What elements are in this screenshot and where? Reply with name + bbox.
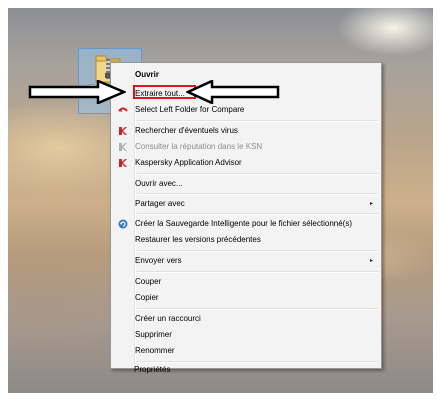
menu-item-select-left-folder[interactable]: Select Left Folder for Compare [113,102,379,118]
menu-item-proprietes[interactable]: Propriétés [112,362,378,378]
right-arrow-pointing-left [186,80,280,104]
backup-icon [118,219,128,229]
menu-item-creer-raccourci[interactable]: Créer un raccourci [113,311,379,327]
menu-item-label: Propriétés [134,365,171,374]
menu-item-label: Copier [135,293,159,302]
menu-item-label: Ouvrir [135,70,160,79]
menu-item-supprimer[interactable]: Supprimer [113,327,379,343]
menu-separator [137,193,378,195]
menu-item-label: Créer un raccourci [135,314,201,323]
menu-item-sauvegarde-intelligente[interactable]: Créer la Sauvegarde Intelligente pour le… [113,216,379,232]
menu-item-envoyer-vers[interactable]: Envoyer vers ▸ [113,253,379,269]
menu-item-label: Rechercher d'éventuels virus [135,126,238,135]
menu-item-label: Couper [135,277,162,286]
menu-item-label: Select Left Folder for Compare [135,105,245,114]
menu-item-label: Partager avec [135,199,185,208]
menu-item-ouvrir-avec[interactable]: Ouvrir avec... [113,176,379,192]
menu-item-kaspersky-advisor[interactable]: Kaspersky Application Advisor [113,155,379,171]
menu-item-label: Envoyer vers [135,256,182,265]
kaspersky-icon [119,143,127,151]
menu-item-label: Restaurer les versions précédentes [135,235,261,244]
menu-item-consulter-ksn: Consulter la réputation dans le KSN [113,139,379,155]
menu-separator [137,308,378,310]
menu-item-rechercher-virus[interactable]: Rechercher d'éventuels virus [113,123,379,139]
menu-separator [137,250,378,252]
submenu-arrow-icon: ▸ [369,201,373,207]
menu-item-label: Renommer [135,346,175,355]
left-arrow-pointing-right [28,80,126,104]
menu-item-copier[interactable]: Copier [113,290,379,306]
menu-item-label: Supprimer [135,330,172,339]
kaspersky-icon [119,159,127,167]
menu-separator [137,271,378,273]
menu-item-label: Kaspersky Application Advisor [135,158,242,167]
menu-separator [137,120,378,122]
menu-item-renommer[interactable]: Renommer [113,343,379,359]
menu-item-couper[interactable]: Couper [113,274,379,290]
menu-separator [137,213,378,215]
kaspersky-icon [119,127,127,135]
menu-item-restaurer-versions[interactable]: Restaurer les versions précédentes [113,232,379,248]
compare-icon [118,107,128,112]
menu-item-label: Ouvrir avec... [135,179,183,188]
menu-item-label: Créer la Sauvegarde Intelligente pour le… [135,219,353,228]
context-menu: Ouvrir Extraire tout... Select Left Fold… [110,62,382,369]
menu-separator [137,173,378,175]
submenu-arrow-icon: ▸ [369,258,373,264]
menu-item-label: Consulter la réputation dans le KSN [135,142,263,151]
menu-item-partager-avec[interactable]: Partager avec ▸ [113,196,379,212]
